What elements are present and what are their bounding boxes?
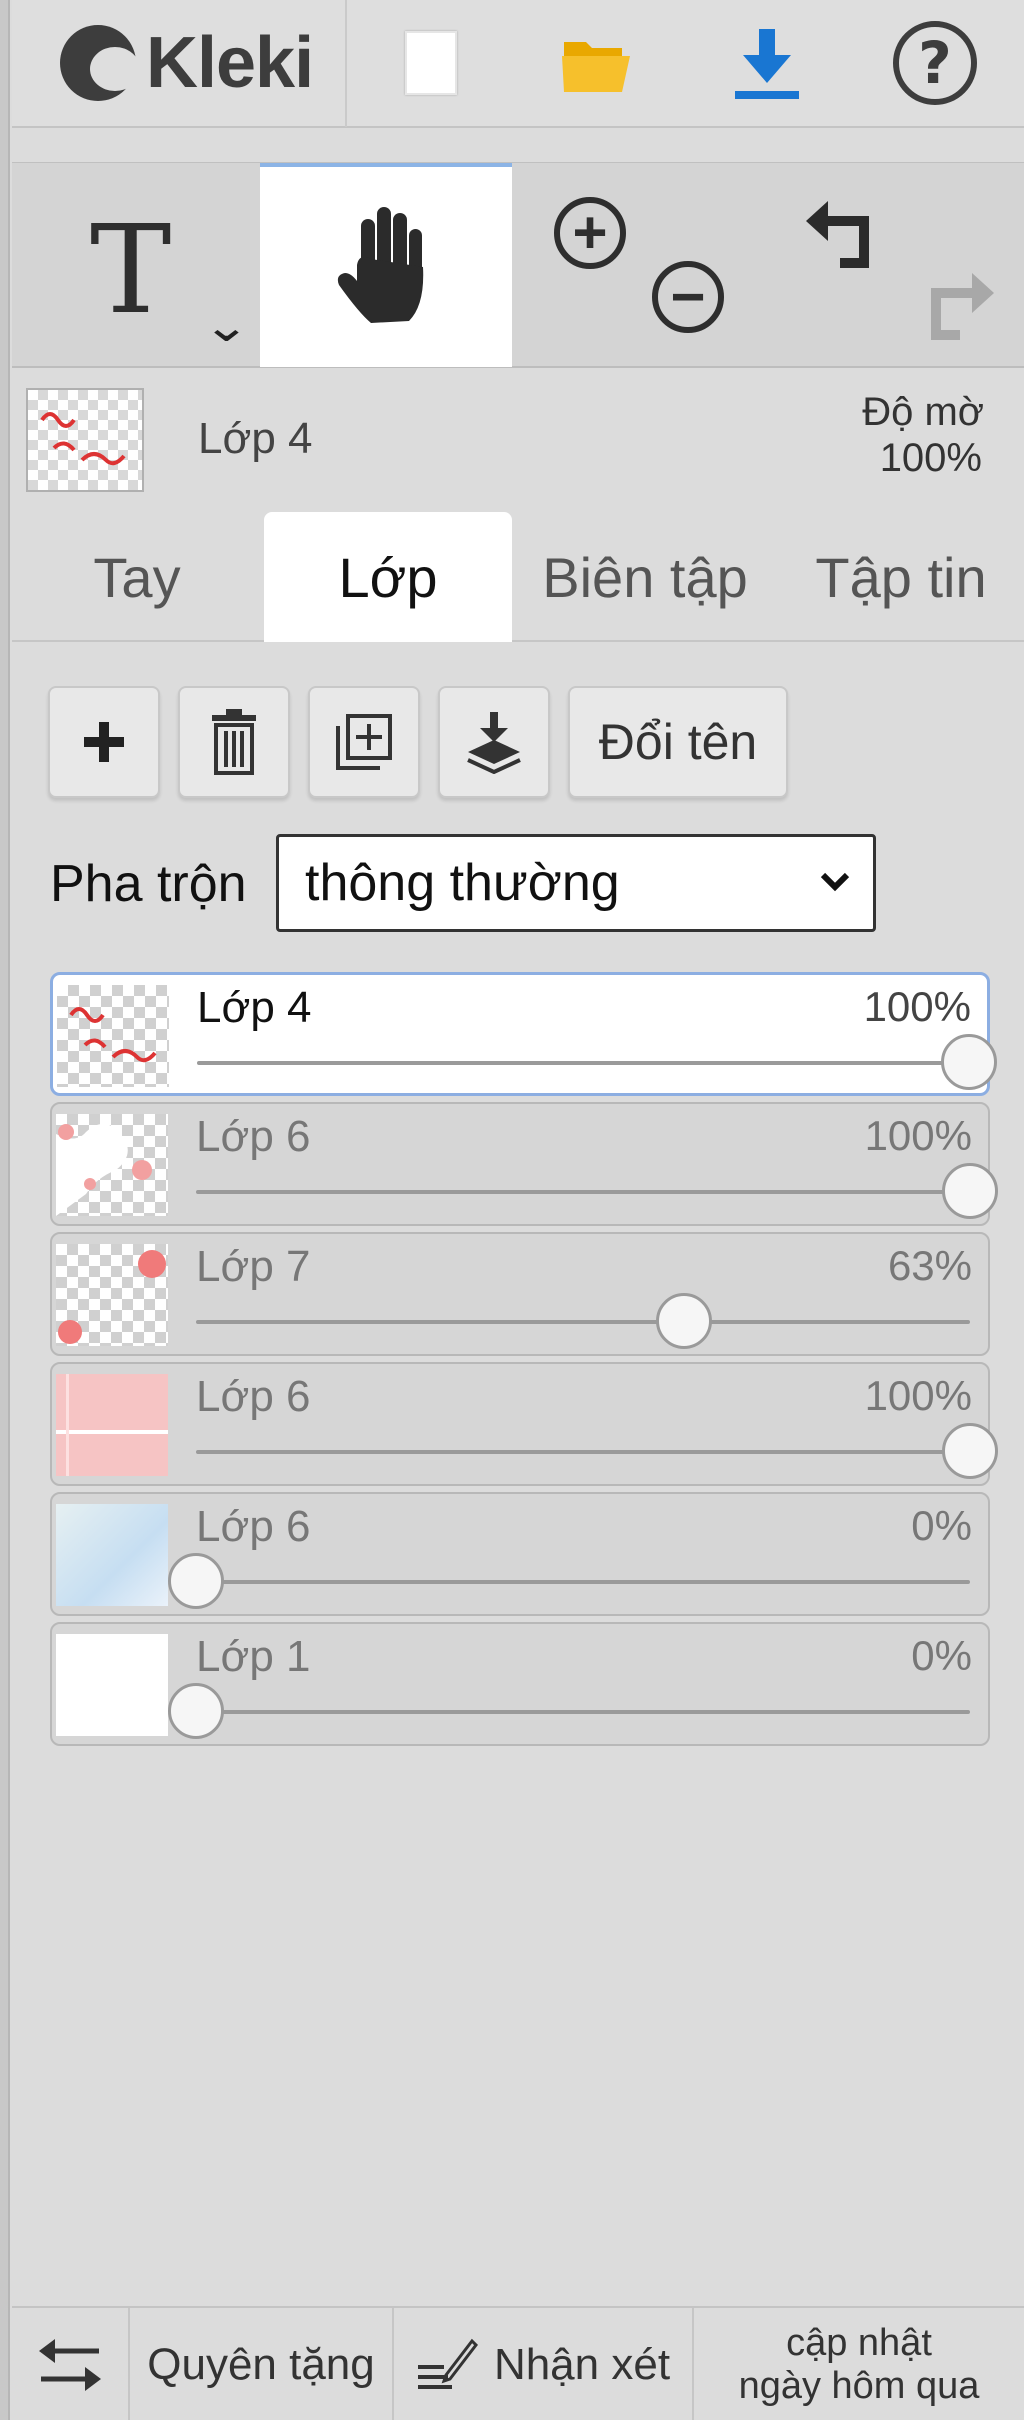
zoom-out-icon: − bbox=[670, 263, 706, 330]
merge-down-button[interactable] bbox=[438, 686, 550, 798]
opacity-slider[interactable] bbox=[197, 1034, 997, 1090]
undo-icon[interactable] bbox=[802, 191, 892, 281]
feedback-link[interactable]: Nhận xét bbox=[394, 2308, 694, 2420]
opacity-slider[interactable] bbox=[196, 1293, 970, 1349]
open-file-button[interactable] bbox=[515, 0, 683, 127]
add-layer-icon bbox=[84, 722, 124, 762]
donate-link[interactable]: Quyên tặng bbox=[130, 2308, 394, 2420]
layer-name: Lớp 7 bbox=[196, 1242, 311, 1291]
layer-opacity: 100% bbox=[864, 1112, 972, 1159]
layer-opacity: 0% bbox=[911, 1632, 972, 1679]
rename-layer-button[interactable]: Đổi tên bbox=[568, 686, 788, 798]
window-edge bbox=[0, 0, 10, 2420]
layer-list: Lớp 4 100% Lớp 6 100% Lớp 7 63% Lớp 6 10… bbox=[50, 972, 998, 1752]
changelog-link[interactable]: cập nhật ngày hôm qua bbox=[694, 2308, 1024, 2420]
current-layer-info: Lớp 4 Độ mờ 100% bbox=[12, 370, 1024, 510]
layer-opacity: 100% bbox=[863, 983, 971, 1030]
rename-label: Đổi tên bbox=[598, 714, 758, 770]
layer-thumbnail bbox=[56, 1504, 168, 1606]
blend-mode-value: thông thường bbox=[305, 854, 620, 912]
feedback-label: Nhận xét bbox=[493, 2340, 671, 2389]
zoom-out-button[interactable]: − bbox=[652, 261, 724, 333]
layer-row[interactable]: Lớp 6 100% bbox=[50, 1102, 998, 1226]
hand-tool-icon bbox=[337, 207, 424, 323]
new-document-icon bbox=[405, 31, 457, 95]
layer-thumbnail bbox=[57, 985, 169, 1087]
duplicate-layer-icon bbox=[336, 714, 392, 770]
layer-opacity: 0% bbox=[911, 1502, 972, 1549]
slider-handle[interactable] bbox=[168, 1553, 224, 1609]
opacity-slider[interactable] bbox=[196, 1163, 998, 1219]
text-tool-icon: T bbox=[90, 199, 172, 341]
layer-opacity: 63% bbox=[887, 1242, 972, 1289]
slider-handle[interactable] bbox=[942, 1423, 998, 1479]
opacity-slider[interactable] bbox=[168, 1683, 970, 1739]
layer-row[interactable]: Lớp 6 0% bbox=[50, 1492, 990, 1616]
hand-tool-button[interactable] bbox=[260, 163, 512, 367]
tab-edit[interactable]: Biên tập bbox=[514, 512, 776, 642]
save-download-button[interactable] bbox=[683, 0, 851, 127]
donate-label: Quyên tặng bbox=[147, 2340, 375, 2389]
chevron-down-icon bbox=[820, 872, 850, 892]
layer-thumbnail bbox=[56, 1374, 168, 1476]
duplicate-layer-button[interactable] bbox=[308, 686, 420, 798]
layer-thumbnail bbox=[56, 1114, 168, 1216]
app-header: Kleki ? bbox=[12, 0, 1024, 128]
opacity-value: 100% bbox=[879, 436, 982, 480]
layer-name: Lớp 1 bbox=[196, 1632, 311, 1681]
opacity-slider[interactable] bbox=[168, 1553, 970, 1609]
open-folder-icon bbox=[562, 42, 630, 92]
text-tool-button[interactable]: T ⌄ bbox=[12, 163, 260, 367]
layer-name: Lớp 4 bbox=[197, 983, 312, 1032]
help-icon: ? bbox=[893, 21, 977, 105]
layer-name: Lớp 6 bbox=[196, 1372, 311, 1421]
swap-side-button[interactable] bbox=[12, 2308, 130, 2420]
slider-handle[interactable] bbox=[942, 1163, 998, 1219]
current-layer-name: Lớp 4 bbox=[198, 414, 313, 463]
update-line-2: ngày hôm qua bbox=[738, 2365, 980, 2407]
redo-icon[interactable] bbox=[908, 263, 998, 353]
layer-preview-art bbox=[40, 412, 126, 466]
blend-mode-select[interactable]: thông thường bbox=[276, 834, 876, 932]
opacity-label: Độ mờ bbox=[862, 390, 984, 434]
layer-opacity: 100% bbox=[864, 1372, 972, 1419]
side-panel: Kleki ? T ⌄ + − Lớp 4 Độ mờ 100% Tay Lớp… bbox=[12, 0, 1024, 2420]
swap-arrows-icon bbox=[39, 2339, 101, 2391]
delete-layer-icon bbox=[212, 709, 256, 775]
logo-text: Kleki bbox=[146, 23, 314, 103]
panel-footer: Quyên tặng Nhận xét cập nhật ngày hôm qu… bbox=[12, 2306, 1024, 2420]
layer-name: Lớp 6 bbox=[196, 1112, 311, 1161]
layer-thumbnail bbox=[56, 1244, 168, 1346]
help-button[interactable]: ? bbox=[851, 0, 1019, 127]
panel-tabs: Tay Lớp Biên tập Tập tin bbox=[12, 512, 1024, 642]
kleki-logo-icon bbox=[60, 25, 140, 101]
layer-row[interactable]: Lớp 7 63% bbox=[50, 1232, 990, 1356]
slider-handle[interactable] bbox=[941, 1034, 997, 1090]
zoom-in-button[interactable]: + bbox=[554, 197, 626, 269]
new-image-button[interactable] bbox=[347, 0, 515, 127]
layer-row[interactable]: Lớp 4 100% bbox=[50, 972, 997, 1096]
merge-down-icon bbox=[467, 712, 521, 774]
layer-row[interactable]: Lớp 1 0% bbox=[50, 1622, 990, 1746]
slider-handle[interactable] bbox=[655, 1293, 712, 1349]
delete-layer-button[interactable] bbox=[178, 686, 290, 798]
download-icon bbox=[735, 29, 799, 99]
current-layer-thumbnail[interactable] bbox=[26, 388, 144, 492]
blend-label: Pha trộn bbox=[50, 855, 247, 913]
layer-name: Lớp 6 bbox=[196, 1502, 311, 1551]
layer-thumbnail bbox=[56, 1634, 168, 1736]
chevron-down-icon[interactable]: ⌄ bbox=[202, 301, 250, 352]
kleki-logo[interactable]: Kleki bbox=[12, 0, 347, 127]
tab-layers[interactable]: Lớp bbox=[264, 512, 512, 642]
tab-hand[interactable]: Tay bbox=[12, 512, 262, 642]
add-layer-button[interactable] bbox=[48, 686, 160, 798]
opacity-slider[interactable] bbox=[196, 1423, 998, 1479]
zoom-in-icon: + bbox=[572, 199, 608, 266]
layer-row[interactable]: Lớp 6 100% bbox=[50, 1362, 998, 1486]
tab-file[interactable]: Tập tin bbox=[778, 512, 1024, 642]
tool-row: T ⌄ + − bbox=[12, 162, 1024, 368]
update-line-1: cập nhật bbox=[786, 2322, 932, 2365]
slider-handle[interactable] bbox=[168, 1683, 224, 1739]
feedback-pencil-icon bbox=[417, 2338, 478, 2389]
